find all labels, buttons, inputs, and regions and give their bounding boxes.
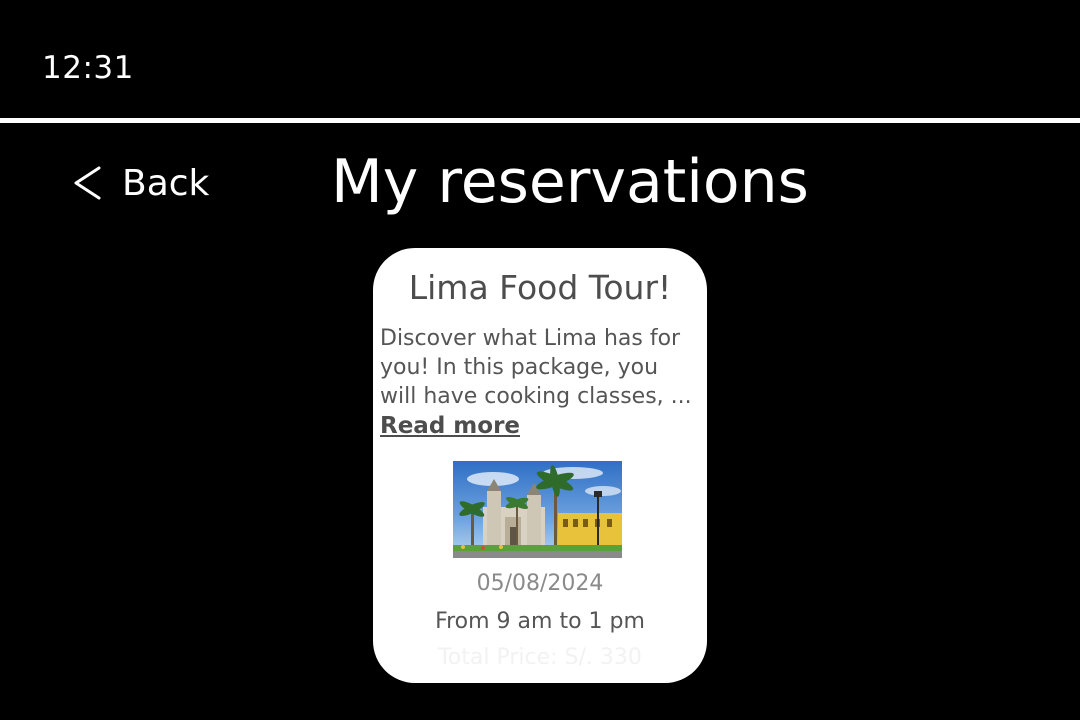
description-line: you! In this package, you (380, 355, 659, 380)
back-button[interactable]: Back (72, 158, 209, 208)
reservation-hours: From 9 am to 1 pm (435, 609, 645, 634)
reservation-description: Discover what Lima has for you! In this … (380, 324, 704, 411)
read-more-link[interactable]: Read more (380, 413, 520, 439)
back-label: Back (122, 162, 210, 204)
description-line: will have cooking classes, ... (380, 384, 692, 409)
reservation-total-price: Total Price: S/. 330 (438, 645, 642, 670)
lima-cathedral-photo (453, 461, 622, 558)
reservation-title: Lima Food Tour! (408, 268, 672, 307)
reservation-date: 05/08/2024 (476, 571, 604, 596)
reservation-card[interactable]: Lima Food Tour! Discover what Lima has f… (373, 248, 707, 683)
page-title: My reservations (331, 147, 809, 217)
header-divider (0, 118, 1080, 123)
chevron-left-icon (72, 165, 102, 201)
status-time: 12:31 (42, 50, 134, 86)
description-line: Discover what Lima has for (380, 326, 681, 351)
status-bar: 12:31 (0, 0, 1080, 118)
